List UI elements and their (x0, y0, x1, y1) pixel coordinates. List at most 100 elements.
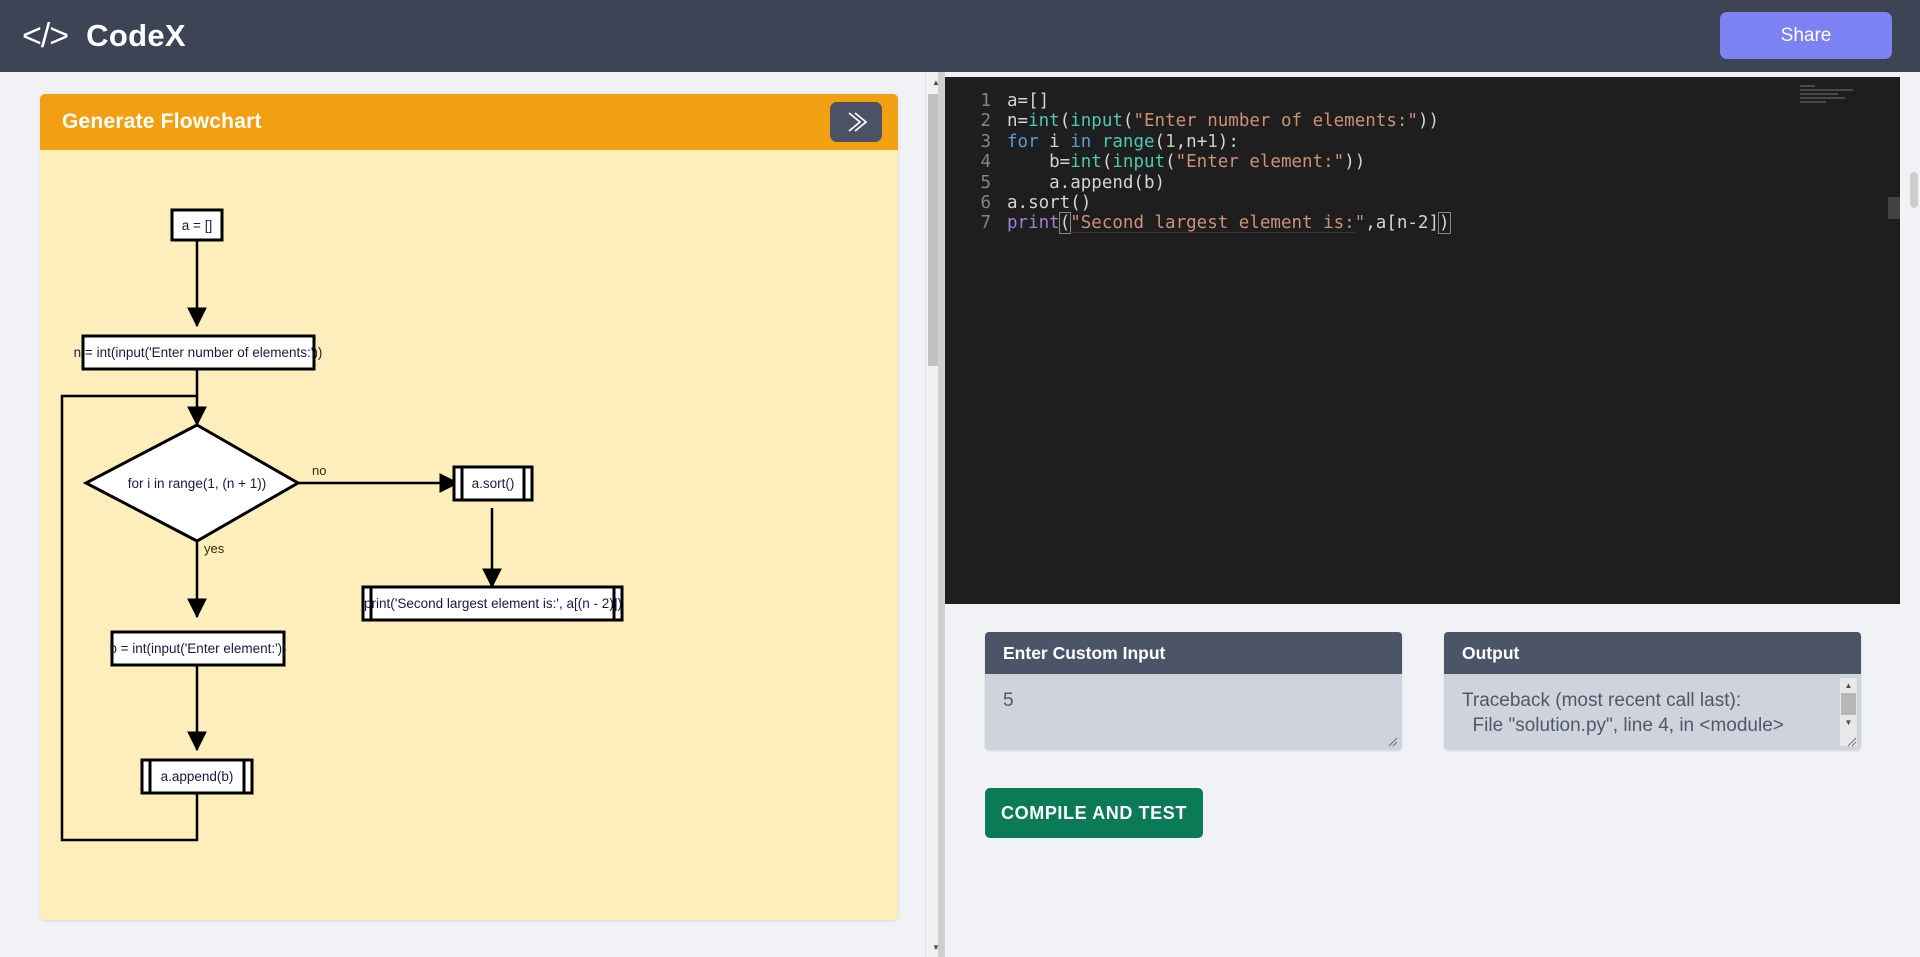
line-number: 2 (980, 111, 991, 132)
code-token: n= (1007, 111, 1029, 132)
code-line: 2 n=int(input("Enter number of elements:"… (945, 111, 1900, 131)
line-number: 5 (980, 172, 991, 193)
code-token: a=[] (1007, 91, 1050, 111)
code-token: range (1101, 131, 1155, 152)
share-button[interactable]: Share (1720, 12, 1892, 59)
code-text[interactable]: b=int(input("Enter element:")) (1007, 152, 1365, 172)
code-token: ( (1058, 212, 1072, 235)
code-token: ( (1165, 152, 1176, 173)
code-token: int (1070, 152, 1102, 173)
output-textarea[interactable]: Traceback (most recent call last): File … (1444, 674, 1861, 750)
code-token: ( (1101, 152, 1113, 173)
flow-node-text: for i in range(1, (n + 1)) (128, 476, 266, 491)
custom-input-textarea[interactable]: 5 (985, 674, 1402, 750)
flow-node-text: a.sort() (472, 476, 515, 491)
code-line: 3 for i in range(1,n+1): (945, 132, 1900, 152)
app-title: CodeX (86, 18, 186, 53)
code-token: 1 (1207, 131, 1218, 152)
code-token: ( (1059, 111, 1071, 132)
double-chevron-right-icon (848, 112, 868, 132)
code-text[interactable]: n=int(input("Enter number of elements:")… (1007, 111, 1439, 131)
code-text[interactable]: a.sort() (1007, 193, 1091, 213)
line-number: 6 (980, 192, 991, 213)
flow-node-text: a = [] (182, 218, 212, 233)
flow-node-read-n: n = int(input('Enter number of elements:… (74, 334, 323, 371)
code-token: ( (1122, 111, 1134, 132)
code-token: )) (1417, 111, 1440, 132)
line-number: 1 (980, 91, 991, 111)
main-content: Generate Flowchart a = [] n = int(input(… (0, 72, 1920, 957)
resize-handle-icon[interactable] (1386, 735, 1398, 747)
custom-input-card: Enter Custom Input 5 (985, 632, 1402, 750)
code-text[interactable]: a.append(b) (1007, 173, 1165, 193)
code-token: ) (1438, 212, 1451, 235)
code-line: 6 a.sort() (945, 193, 1900, 213)
generate-flowchart-button[interactable] (830, 102, 882, 142)
custom-input-value: 5 (1003, 690, 1014, 711)
app-root: </> CodeX Share Generate Flowchart a = [… (0, 0, 1920, 957)
code-editor[interactable]: 1 a=[] 2 n=int(input("Enter number of eleme… (945, 77, 1900, 604)
code-text[interactable]: for i in range(1,n+1): (1007, 132, 1239, 152)
code-token: ,n+ (1175, 131, 1208, 152)
editor-pane: 1 a=[] 2 n=int(input("Enter number of eleme… (945, 72, 1920, 957)
output-line: Traceback (most recent call last): (1462, 690, 1742, 711)
code-token: input (1112, 152, 1166, 173)
flowchart-canvas[interactable]: a = [] n = int(input('Enter number of el… (40, 150, 898, 920)
compile-and-test-button[interactable]: COMPILE AND TEST (985, 788, 1203, 838)
flow-node-text: print('Second largest element is:', a[(n… (364, 596, 622, 611)
editor-minimap[interactable] (1800, 85, 1886, 113)
code-token: print (1007, 213, 1060, 234)
code-token: int (1028, 111, 1060, 132)
flowchart-card: Generate Flowchart a = [] n = int(input(… (40, 94, 898, 920)
code-text[interactable]: a=[] (1007, 91, 1049, 111)
page-scrollbar[interactable] (1900, 72, 1920, 957)
app-logo: </> CodeX (22, 18, 186, 54)
edge-label-no: no (312, 463, 326, 478)
code-token: b= (1007, 152, 1071, 173)
output-card: Output Traceback (most recent call last)… (1444, 632, 1861, 750)
code-content[interactable]: 1 a=[] 2 n=int(input("Enter number of eleme… (945, 77, 1900, 235)
flow-node-start: a = [] (170, 208, 224, 242)
code-text[interactable]: print("Second largest element is:",a[n-2… (1007, 212, 1451, 235)
output-line: File "solution.py", line 4, in <module> (1462, 715, 1784, 736)
code-token: ,a[n-2] (1365, 213, 1440, 234)
flowchart-pane: Generate Flowchart a = [] n = int(input(… (0, 72, 945, 957)
code-token: "Second largest element is:" (1070, 213, 1366, 234)
code-brackets-icon: </> (22, 17, 69, 55)
text-cursor (1449, 214, 1451, 232)
code-token: input (1070, 111, 1123, 132)
resize-handle-icon[interactable] (1845, 735, 1857, 747)
output-scroll-down-icon[interactable]: ▼ (1840, 715, 1857, 730)
flow-node-text: a.append(b) (161, 769, 234, 784)
flowchart-title: Generate Flowchart (62, 110, 262, 133)
flow-node-read-b: b = int(input('Enter element:')) (109, 630, 287, 667)
code-line: 7 print("Second largest element is:",a[n-… (945, 212, 1900, 235)
code-line: 5 a.append(b) (945, 173, 1900, 193)
code-token: a.sort() (1007, 192, 1092, 213)
code-token: )) (1344, 152, 1366, 173)
code-line: 4 b=int(input("Enter element:")) (945, 152, 1900, 172)
flow-node-text: n = int(input('Enter number of elements:… (74, 345, 323, 360)
io-section: Enter Custom Input 5 Output Traceback (m… (945, 632, 1900, 952)
edge-label-yes: yes (204, 541, 225, 556)
flowchart-diagram: a = [] n = int(input('Enter number of el… (60, 208, 624, 842)
line-number: 3 (980, 131, 991, 152)
page-scrollbar-thumb[interactable] (1910, 172, 1918, 208)
line-number: 7 (980, 213, 991, 234)
output-title: Output (1444, 632, 1861, 674)
editor-scrollbar[interactable] (1888, 197, 1900, 219)
flow-node-loop-decision: for i in range(1, (n + 1)) (82, 423, 302, 543)
custom-input-title: Enter Custom Input (985, 632, 1402, 674)
code-token: a.append(b) (1007, 172, 1166, 193)
code-token: "Enter number of elements:" (1133, 111, 1418, 132)
output-scroll-up-icon[interactable]: ▲ (1840, 678, 1857, 693)
code-line: 1 a=[] (945, 91, 1900, 111)
line-number: 4 (980, 152, 991, 173)
flowchart-scroll-area: Generate Flowchart a = [] n = int(input(… (0, 72, 925, 957)
code-token: ( (1154, 131, 1166, 152)
code-token: i (1038, 131, 1071, 152)
output-scrollbar-thumb[interactable] (1841, 693, 1856, 715)
flow-node-text: b = int(input('Enter element:')) (109, 641, 286, 656)
pane-divider[interactable] (938, 72, 945, 957)
